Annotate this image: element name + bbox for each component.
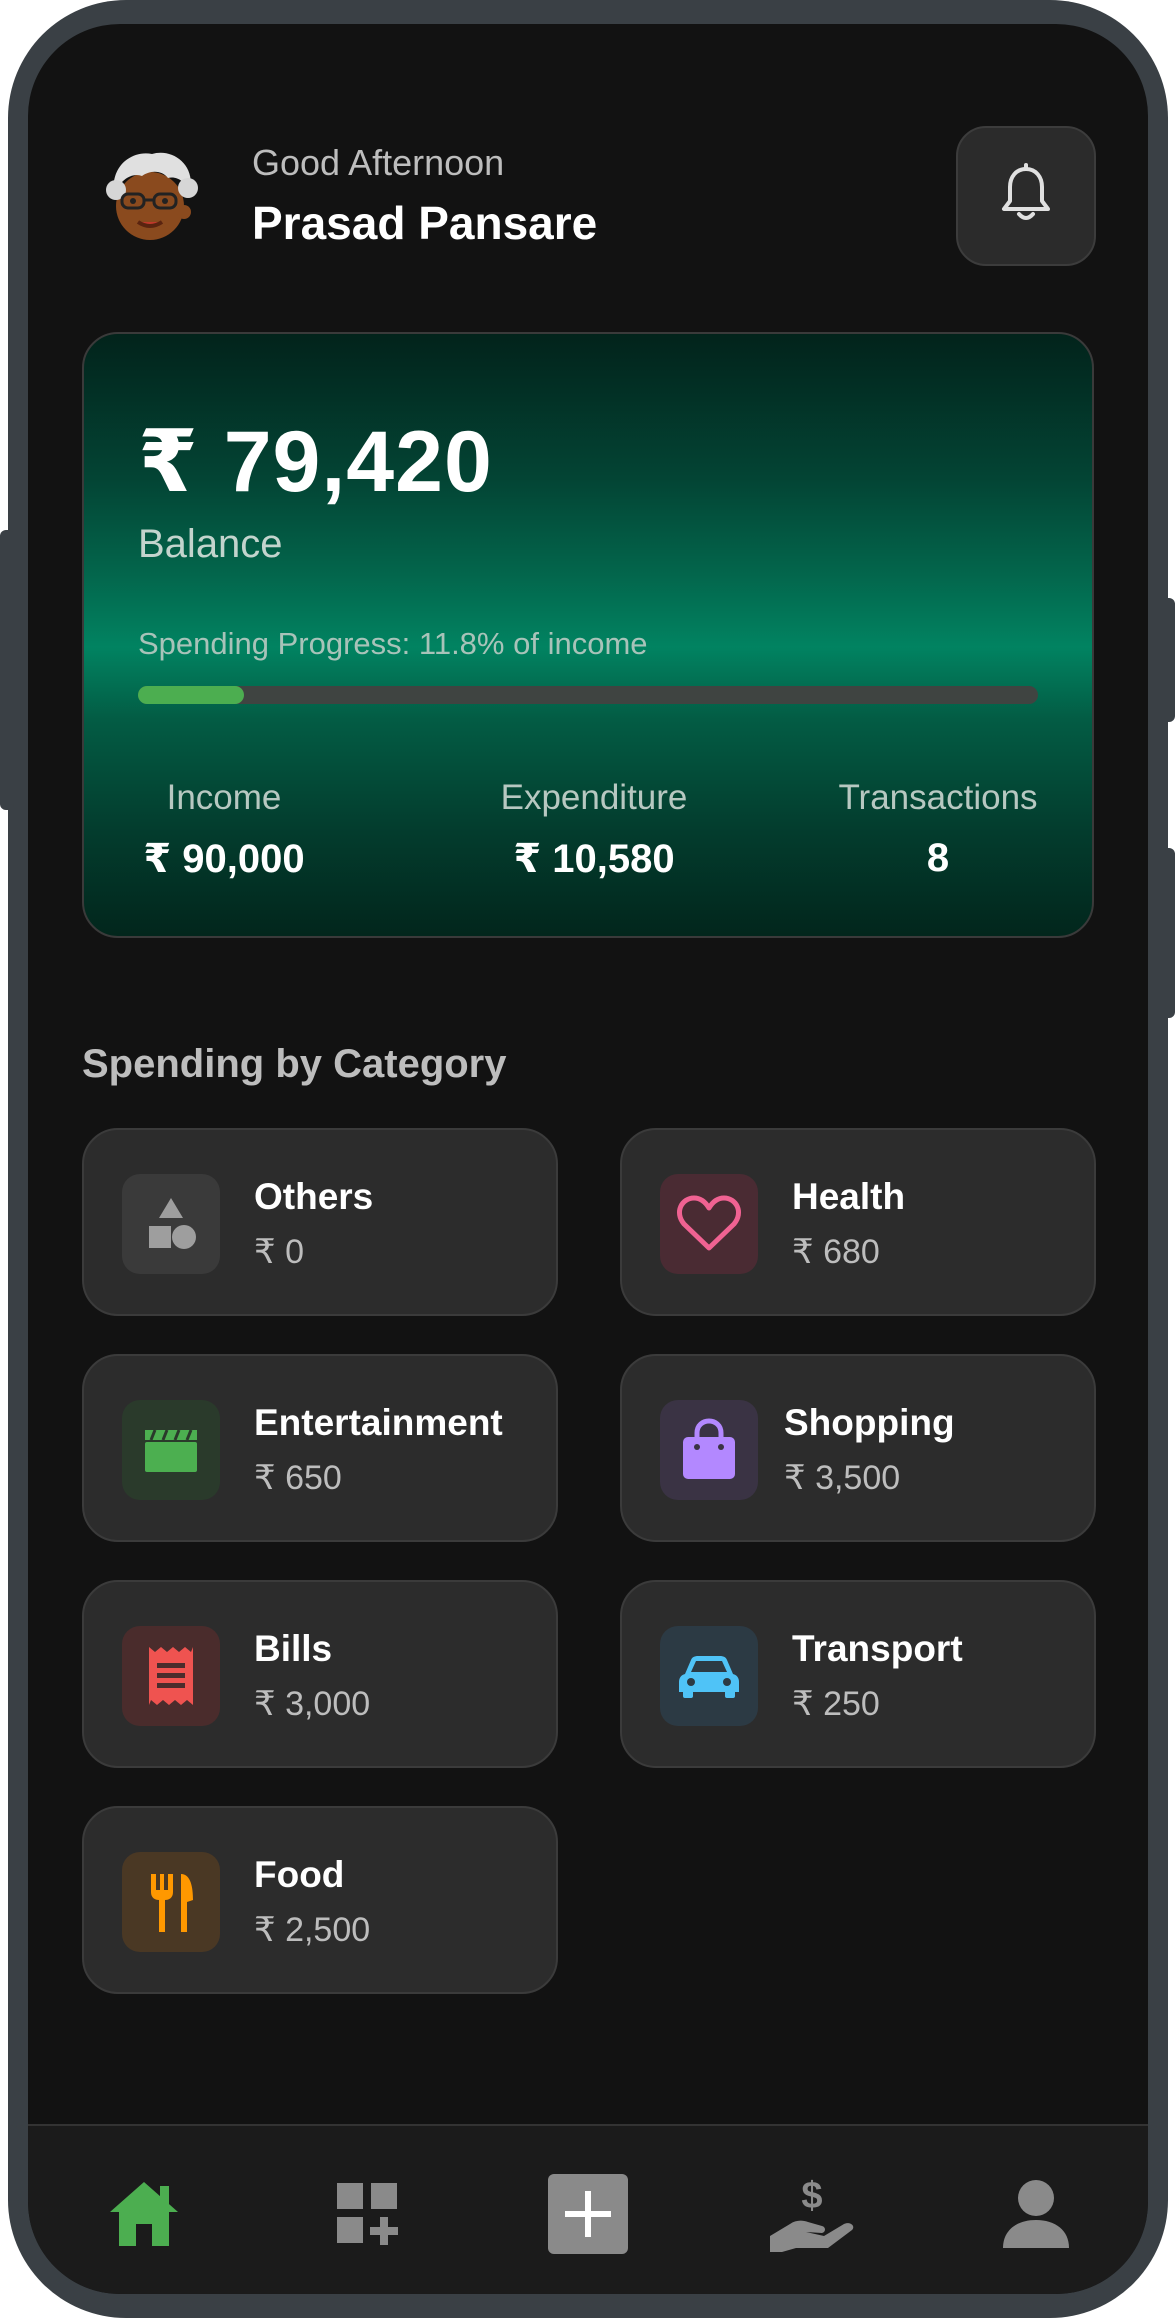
income-label: Income: [166, 778, 282, 817]
car-icon: [660, 1626, 758, 1726]
user-name: Prasad Pansare: [252, 197, 598, 249]
category-amount: ₹ 680: [792, 1233, 880, 1271]
notifications-button[interactable]: [956, 126, 1096, 266]
expenditure-stat: Expenditure ₹ 10,580: [454, 778, 734, 882]
income-stat: Income ₹ 90,000: [124, 778, 324, 882]
hand-dollar-icon: $: [768, 2174, 856, 2259]
bottom-navigation: $: [28, 2124, 1148, 2294]
balance-label: Balance: [138, 522, 283, 566]
section-title-spending-by-category: Spending by Category: [82, 1042, 507, 1086]
transactions-value: 8: [926, 836, 950, 880]
category-card-entertainment[interactable]: Entertainment ₹ 650: [82, 1354, 558, 1542]
nav-categories[interactable]: [318, 2166, 418, 2266]
greeting-text: Good Afternoon: [252, 142, 505, 183]
category-card-food[interactable]: Food ₹ 2,500: [82, 1806, 558, 1994]
person-icon: [1001, 2178, 1071, 2255]
expenditure-value: ₹ 10,580: [513, 837, 675, 881]
income-value: ₹ 90,000: [143, 837, 305, 881]
avatar[interactable]: [96, 142, 204, 250]
transactions-label: Transactions: [838, 778, 1038, 817]
shapes-icon: [122, 1174, 220, 1274]
category-card-transport[interactable]: Transport ₹ 250: [620, 1580, 1096, 1768]
balance-card: ₹ 79,420 Balance Spending Progress: 11.8…: [82, 332, 1094, 938]
category-card-shopping[interactable]: Shopping ₹ 3,500: [620, 1354, 1096, 1542]
category-name: Food: [254, 1854, 345, 1895]
fork-knife-icon: [122, 1852, 220, 1952]
nav-loans[interactable]: $: [762, 2166, 862, 2266]
category-amount: ₹ 3,500: [784, 1459, 901, 1497]
category-name: Shopping: [784, 1402, 955, 1443]
plus-icon: [547, 2173, 629, 2260]
category-amount: ₹ 250: [792, 1685, 880, 1723]
bell-icon: [998, 162, 1054, 230]
dashboard-add-icon: [335, 2181, 401, 2252]
nav-profile[interactable]: [986, 2166, 1086, 2266]
transactions-stat: Transactions 8: [818, 778, 1058, 881]
nav-add[interactable]: [538, 2166, 638, 2266]
svg-text:$: $: [801, 2175, 822, 2217]
category-name: Health: [792, 1176, 906, 1217]
balance-amount: ₹ 79,420: [138, 414, 493, 510]
app-screen: Good Afternoon Prasad Pansare ₹ 79,420 B…: [28, 24, 1148, 2294]
home-icon: [106, 2178, 182, 2255]
shopping-bag-icon: [660, 1400, 758, 1500]
category-card-bills[interactable]: Bills ₹ 3,000: [82, 1580, 558, 1768]
category-name: Others: [254, 1176, 374, 1217]
receipt-icon: [122, 1626, 220, 1726]
category-amount: ₹ 2,500: [254, 1911, 371, 1949]
nav-home[interactable]: [94, 2166, 194, 2266]
category-amount: ₹ 650: [254, 1459, 342, 1497]
side-button: [1161, 848, 1175, 1018]
heart-icon: [660, 1174, 758, 1274]
side-button: [1161, 598, 1175, 722]
category-name: Entertainment: [254, 1402, 503, 1443]
category-name: Bills: [254, 1628, 333, 1669]
category-amount: ₹ 0: [254, 1233, 304, 1271]
clapperboard-icon: [122, 1400, 220, 1500]
expenditure-label: Expenditure: [500, 778, 688, 817]
spending-progress-text: Spending Progress: 11.8% of income: [138, 626, 648, 661]
side-button: [0, 530, 14, 810]
spending-progress-bar: [138, 686, 1038, 704]
category-name: Transport: [792, 1628, 963, 1669]
spending-progress-fill: [138, 686, 245, 704]
category-card-others[interactable]: Others ₹ 0: [82, 1128, 558, 1316]
category-amount: ₹ 3,000: [254, 1685, 371, 1723]
category-card-health[interactable]: Health ₹ 680: [620, 1128, 1096, 1316]
